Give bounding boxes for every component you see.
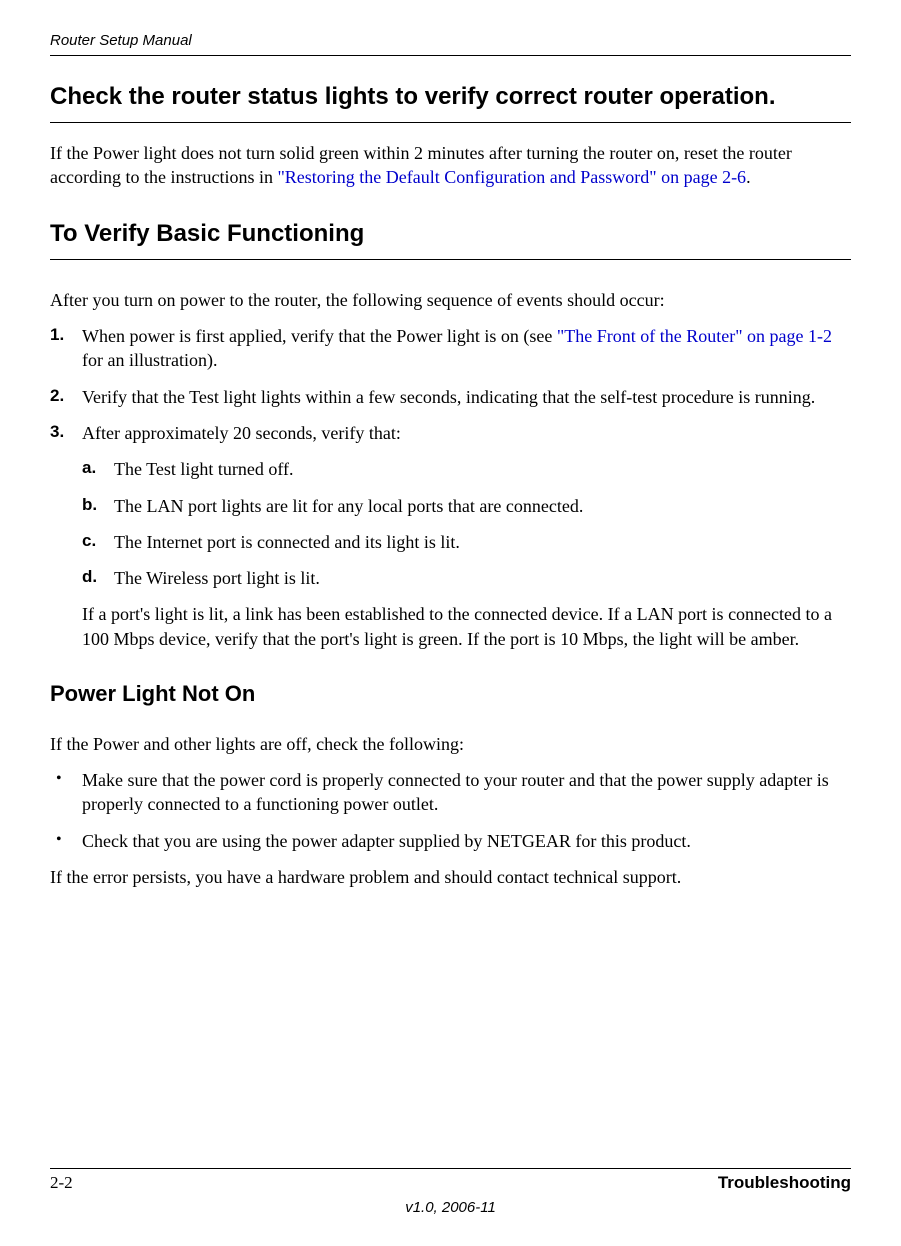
substep-b: b. The LAN port lights are lit for any l… (82, 494, 851, 518)
numbered-steps: 1. When power is first applied, verify t… (50, 324, 851, 651)
after-power-paragraph: After you turn on power to the router, t… (50, 288, 851, 312)
bullet-1: Make sure that the power cord is properl… (50, 768, 851, 817)
link-front-of-router[interactable]: "The Front of the Router" on page 1-2 (557, 326, 832, 346)
heading-verify-basic: To Verify Basic Functioning (50, 217, 851, 260)
footer-section-title: Troubleshooting (718, 1171, 851, 1195)
substep-c-marker: c. (82, 530, 96, 553)
bullet-2: Check that you are using the power adapt… (50, 829, 851, 853)
step-3: 3. After approximately 20 seconds, verif… (50, 421, 851, 651)
substep-b-marker: b. (82, 494, 97, 517)
step-1-text-2: for an illustration). (82, 350, 217, 370)
step-2-marker: 2. (50, 385, 64, 408)
step-2-text: Verify that the Test light lights within… (82, 387, 815, 407)
power-outro-paragraph: If the error persists, you have a hardwa… (50, 865, 851, 889)
step-1-text-1: When power is first applied, verify that… (82, 326, 557, 346)
footer-version: v1.0, 2006-11 (50, 1197, 851, 1218)
step-3-after-paragraph: If a port's light is lit, a link has bee… (82, 602, 851, 651)
link-restoring-default[interactable]: "Restoring the Default Configuration and… (277, 167, 746, 187)
substep-a: a. The Test light turned off. (82, 457, 851, 481)
heading-power-light: Power Light Not On (50, 679, 851, 710)
lettered-substeps: a. The Test light turned off. b. The LAN… (82, 457, 851, 590)
step-3-marker: 3. (50, 421, 64, 444)
step-3-text: After approximately 20 seconds, verify t… (82, 423, 401, 443)
bullet-list: Make sure that the power cord is properl… (50, 768, 851, 853)
step-2: 2. Verify that the Test light lights wit… (50, 385, 851, 409)
substep-a-marker: a. (82, 457, 96, 480)
substep-d: d. The Wireless port light is lit. (82, 566, 851, 590)
intro-paragraph: If the Power light does not turn solid g… (50, 141, 851, 190)
intro-text-2: . (746, 167, 751, 187)
heading-check-status: Check the router status lights to verify… (50, 80, 851, 123)
substep-a-text: The Test light turned off. (114, 459, 294, 479)
page-footer: 2-2 Troubleshooting v1.0, 2006-11 (50, 1168, 851, 1218)
page-header: Router Setup Manual (50, 30, 851, 56)
step-1-marker: 1. (50, 324, 64, 347)
step-1: 1. When power is first applied, verify t… (50, 324, 851, 373)
substep-d-text: The Wireless port light is lit. (114, 568, 320, 588)
power-intro-paragraph: If the Power and other lights are off, c… (50, 732, 851, 756)
substep-b-text: The LAN port lights are lit for any loca… (114, 496, 583, 516)
substep-d-marker: d. (82, 566, 97, 589)
footer-line: 2-2 Troubleshooting (50, 1168, 851, 1195)
substep-c: c. The Internet port is connected and it… (82, 530, 851, 554)
footer-page-number: 2-2 (50, 1171, 73, 1195)
substep-c-text: The Internet port is connected and its l… (114, 532, 460, 552)
